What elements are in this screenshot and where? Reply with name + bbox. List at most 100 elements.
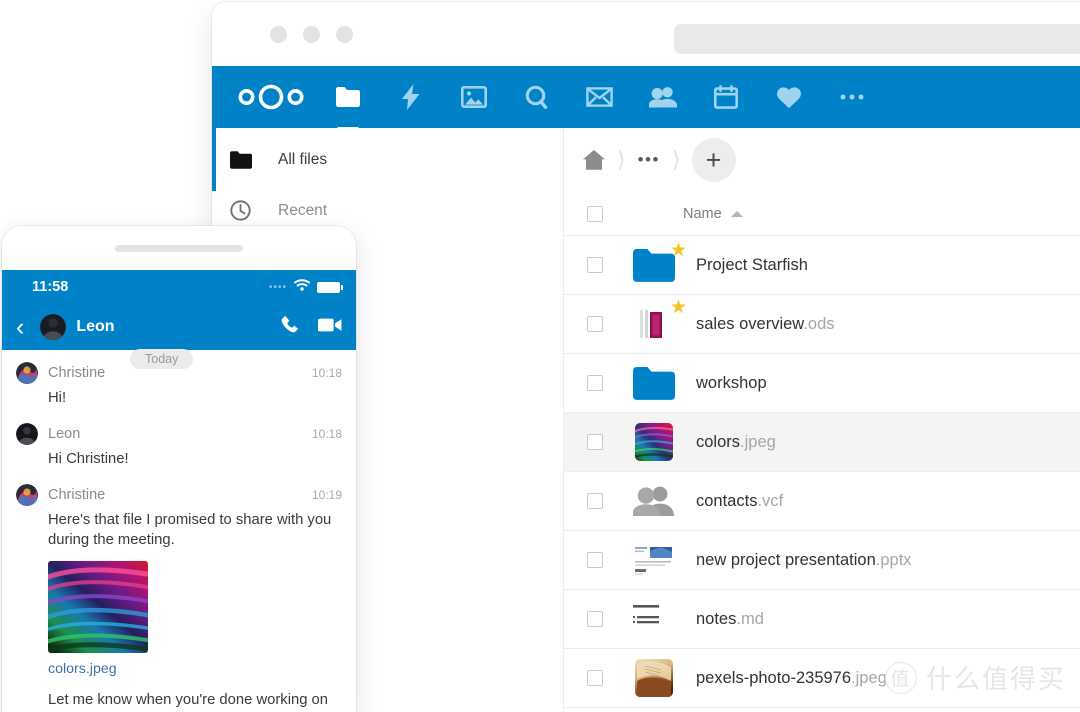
row-checkbox-cell[interactable]	[564, 552, 626, 568]
nextcloud-app-bar	[212, 66, 1080, 128]
nextcloud-logo[interactable]	[236, 80, 308, 114]
table-row[interactable]: ★ Project Starfish	[564, 236, 1080, 295]
message-time: 10:18	[311, 426, 342, 441]
file-name[interactable]: colors.jpeg	[696, 433, 776, 452]
close-window-button[interactable]	[270, 25, 287, 43]
message-time: 10:19	[311, 487, 342, 502]
breadcrumb-separator: ⟩	[671, 147, 681, 172]
favorite-star-icon: ★	[669, 297, 687, 318]
presentation-thumbnail	[626, 542, 682, 578]
list-item[interactable]: Christine 10:19 Here's that file I promi…	[16, 483, 342, 712]
name-column-label: Name	[683, 205, 722, 222]
message-text: Hi!	[48, 390, 67, 406]
files-main-panel: ⟩ ••• ⟩ + Name ★ Project Starfish ★ sale…	[564, 128, 1080, 712]
minimize-window-button[interactable]	[303, 25, 320, 43]
table-row[interactable]: contacts.vcf	[564, 472, 1080, 531]
row-checkbox[interactable]	[587, 434, 603, 450]
row-checkbox[interactable]	[587, 670, 603, 686]
table-row[interactable]: workshop	[564, 354, 1080, 413]
table-row[interactable]: new project presentation.pptx	[564, 531, 1080, 590]
file-name[interactable]: pexels-photo-235976.jpeg	[696, 669, 887, 688]
row-checkbox-cell[interactable]	[564, 434, 626, 450]
favorites-app-icon[interactable]	[757, 66, 820, 128]
search-app-icon[interactable]	[505, 66, 568, 128]
row-checkbox[interactable]	[587, 611, 603, 627]
file-name[interactable]: new project presentation.pptx	[696, 551, 912, 570]
favorite-star-icon: ★	[669, 239, 687, 261]
row-checkbox[interactable]	[587, 316, 603, 332]
leon-avatar[interactable]	[16, 422, 38, 445]
breadcrumb: ⟩ ••• ⟩ +	[564, 128, 1080, 192]
name-column-header[interactable]: Name	[683, 206, 743, 222]
chat-message-list: Today Christine 10:18 Hi! Leon 10:18 Hi …	[2, 349, 356, 712]
phone-call-icon[interactable]	[281, 315, 300, 339]
home-icon[interactable]	[578, 144, 610, 176]
breadcrumb-separator: ⟩	[617, 147, 626, 172]
folder-icon	[626, 366, 682, 400]
window-traffic-lights	[270, 25, 353, 43]
row-checkbox-cell[interactable]	[564, 493, 626, 509]
breadcrumb-ellipsis[interactable]: •••	[633, 150, 665, 170]
row-checkbox[interactable]	[587, 552, 603, 568]
spreadsheet-icon: ★	[626, 297, 687, 342]
list-item[interactable]: Christine 10:18 Hi!	[16, 362, 342, 409]
sidebar-item-all-files[interactable]: All files	[212, 128, 563, 191]
christine-avatar[interactable]	[16, 483, 38, 506]
row-checkbox-cell[interactable]	[564, 611, 626, 627]
select-all-checkbox-cell[interactable]	[564, 205, 626, 222]
row-checkbox[interactable]	[587, 493, 603, 509]
image-thumbnail-colors	[626, 423, 682, 461]
list-item[interactable]: Leon 10:18 Hi Christine!	[16, 422, 342, 470]
file-name[interactable]: sales overview.ods	[696, 315, 835, 334]
file-list-header: Name	[564, 192, 1080, 236]
files-app-icon[interactable]	[316, 66, 379, 128]
file-name[interactable]: workshop	[696, 374, 767, 393]
table-row[interactable]: colors.jpeg	[564, 413, 1080, 472]
row-checkbox-cell[interactable]	[564, 670, 626, 686]
video-camera-icon[interactable]	[318, 317, 342, 338]
phone-status-bar: 11:58 ••••	[2, 270, 356, 304]
contacts-icon	[626, 485, 682, 517]
row-checkbox-cell[interactable]	[564, 316, 626, 332]
new-file-button[interactable]: +	[691, 138, 736, 182]
leon-avatar[interactable]	[40, 314, 67, 340]
caret-up-icon	[730, 210, 743, 217]
zoom-window-button[interactable]	[336, 25, 353, 43]
message-image-attachment[interactable]	[48, 560, 148, 653]
message-author: Christine	[48, 365, 106, 381]
row-checkbox-cell[interactable]	[564, 257, 626, 273]
message-text: Here's that file I promised to share wit…	[48, 511, 332, 548]
app-icon-list	[316, 66, 883, 128]
chevron-left-icon[interactable]: ‹	[16, 314, 24, 340]
folder-icon: ★	[626, 240, 687, 282]
row-checkbox[interactable]	[587, 375, 603, 391]
sidebar-item-label: Recent	[278, 201, 328, 219]
file-name[interactable]: contacts.vcf	[696, 492, 783, 511]
table-row[interactable]: notes.md	[564, 590, 1080, 649]
clock-icon	[230, 200, 264, 221]
folder-icon	[230, 150, 264, 169]
calendar-app-icon[interactable]	[694, 66, 757, 128]
phone-speaker-area	[2, 226, 356, 270]
table-row[interactable]: ★ sales overview.ods	[564, 295, 1080, 354]
phone-speaker	[115, 244, 243, 252]
address-bar-input[interactable]	[674, 24, 1080, 54]
file-name[interactable]: notes.md	[696, 610, 764, 629]
activity-app-icon[interactable]	[379, 66, 442, 128]
photos-app-icon[interactable]	[442, 66, 505, 128]
christine-avatar[interactable]	[16, 362, 38, 384]
row-checkbox[interactable]	[587, 257, 603, 273]
message-attachment-filename[interactable]: colors.jpeg	[48, 661, 342, 677]
message-author: Leon	[48, 425, 81, 442]
image-thumbnail-book	[626, 659, 682, 697]
browser-chrome	[212, 2, 1080, 66]
more-apps-icon[interactable]	[820, 66, 883, 128]
row-checkbox-cell[interactable]	[564, 375, 626, 391]
select-all-checkbox[interactable]	[587, 205, 603, 222]
mail-app-icon[interactable]	[568, 66, 631, 128]
file-name[interactable]: Project Starfish	[696, 256, 808, 275]
message-followup-text: Let me know when you're done working on …	[48, 691, 329, 712]
table-row[interactable]: pexels-photo-235976.jpeg	[564, 649, 1080, 708]
wifi-icon	[294, 278, 310, 296]
contacts-app-icon[interactable]	[631, 66, 694, 128]
